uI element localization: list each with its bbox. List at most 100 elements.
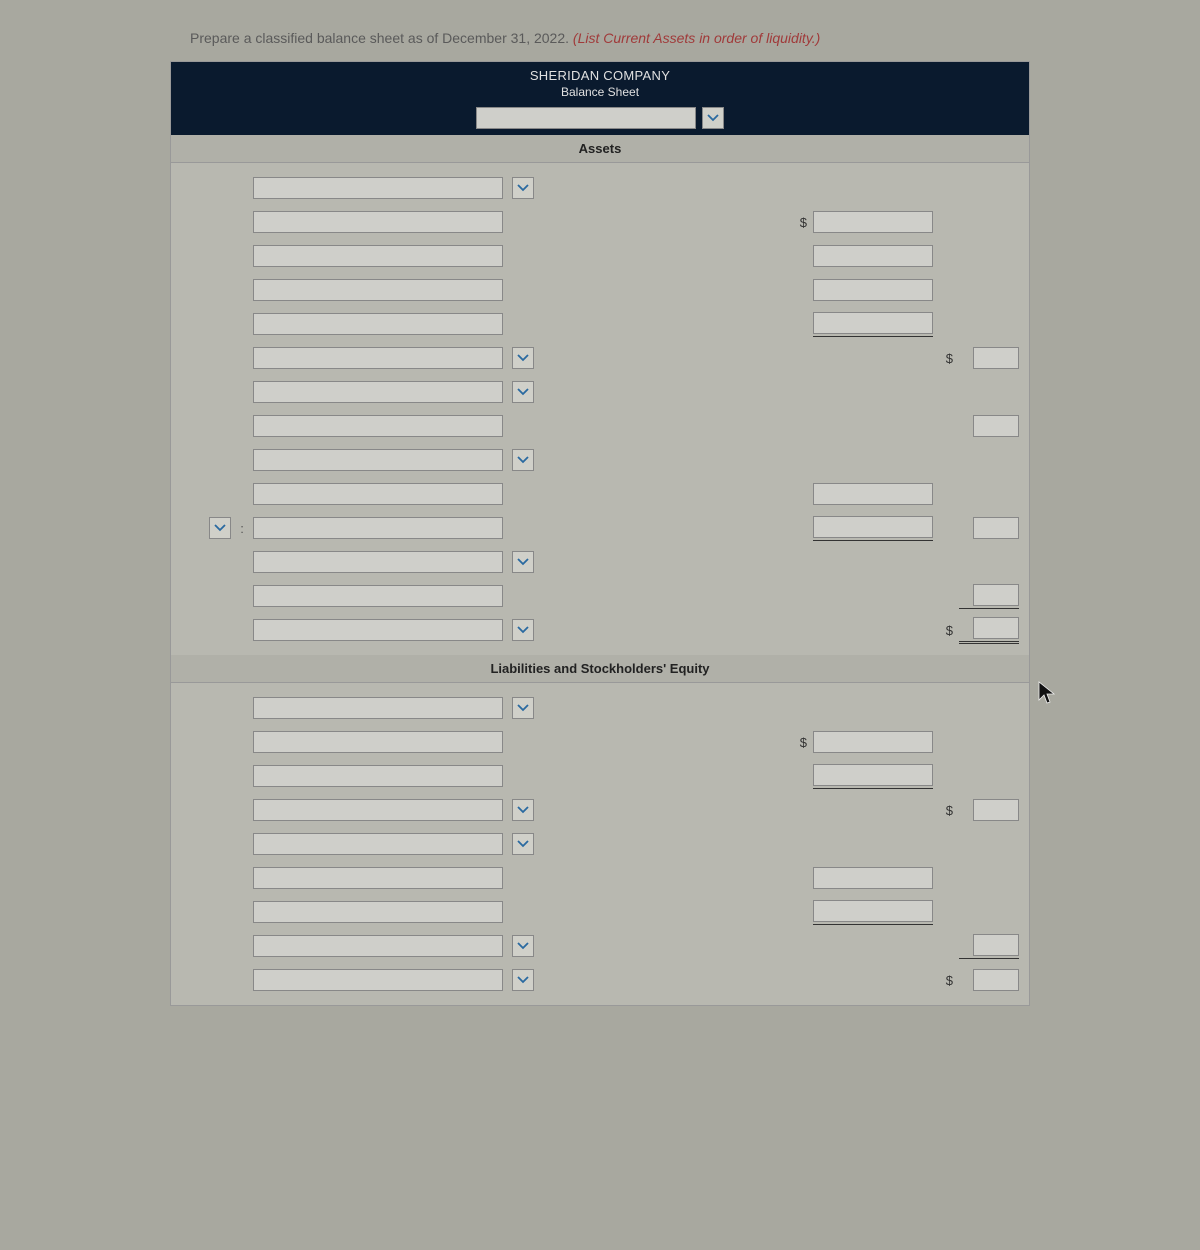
- chevron-down-icon: [517, 184, 529, 192]
- line-dropdown[interactable]: [512, 799, 534, 821]
- assets-section-header: Assets: [171, 135, 1029, 163]
- total-input[interactable]: [973, 415, 1019, 437]
- line-label-input[interactable]: [253, 279, 503, 301]
- line-label-input[interactable]: [253, 833, 503, 855]
- table-row: :: [181, 511, 1019, 545]
- line-dropdown[interactable]: [512, 347, 534, 369]
- balance-sheet: SHERIDAN COMPANY Balance Sheet Assets $: [170, 61, 1030, 1006]
- line-dropdown[interactable]: [512, 969, 534, 991]
- amount-input[interactable]: [813, 312, 933, 334]
- chevron-down-icon: [517, 976, 529, 984]
- line-label-input[interactable]: [253, 415, 503, 437]
- line-dropdown[interactable]: [512, 381, 534, 403]
- currency-symbol: $: [793, 215, 807, 230]
- assets-rows: $: [171, 163, 1029, 655]
- total-input[interactable]: [973, 517, 1019, 539]
- total-input[interactable]: [973, 969, 1019, 991]
- line-label-input[interactable]: [253, 585, 503, 607]
- line-label-input[interactable]: [253, 901, 503, 923]
- line-label-input[interactable]: [253, 935, 503, 957]
- colon-separator: :: [237, 521, 247, 536]
- instruction-text: Prepare a classified balance sheet as of…: [190, 30, 1030, 46]
- chevron-down-icon: [517, 626, 529, 634]
- table-row: $: [181, 725, 1019, 759]
- table-row: [181, 443, 1019, 477]
- line-label-input[interactable]: [253, 867, 503, 889]
- currency-symbol: $: [939, 973, 953, 988]
- chevron-down-icon: [517, 456, 529, 464]
- currency-symbol: $: [793, 735, 807, 750]
- line-dropdown[interactable]: [512, 449, 534, 471]
- line-label-input[interactable]: [253, 381, 503, 403]
- table-row: [181, 861, 1019, 895]
- line-dropdown[interactable]: [512, 619, 534, 641]
- table-row: [181, 307, 1019, 341]
- line-label-input[interactable]: [253, 551, 503, 573]
- header-date-row: [171, 105, 1029, 135]
- date-input[interactable]: [476, 107, 696, 129]
- total-input[interactable]: [973, 617, 1019, 639]
- table-row: $: [181, 341, 1019, 375]
- sheet-header: SHERIDAN COMPANY Balance Sheet: [171, 62, 1029, 105]
- liabilities-equity-section-header: Liabilities and Stockholders' Equity: [171, 655, 1029, 683]
- line-dropdown[interactable]: [512, 551, 534, 573]
- line-label-input[interactable]: [253, 765, 503, 787]
- line-label-input[interactable]: [253, 177, 503, 199]
- chevron-down-icon: [517, 354, 529, 362]
- line-label-input[interactable]: [253, 449, 503, 471]
- table-row: [181, 375, 1019, 409]
- instruction-italic: (List Current Assets in order of liquidi…: [573, 30, 820, 46]
- table-row: [181, 545, 1019, 579]
- line-label-input[interactable]: [253, 347, 503, 369]
- table-row: [181, 579, 1019, 613]
- table-row: [181, 477, 1019, 511]
- line-lead-dropdown[interactable]: [209, 517, 231, 539]
- total-input[interactable]: [973, 934, 1019, 956]
- table-row: $: [181, 205, 1019, 239]
- amount-input[interactable]: [813, 900, 933, 922]
- table-row: [181, 239, 1019, 273]
- amount-input[interactable]: [813, 245, 933, 267]
- line-label-input[interactable]: [253, 619, 503, 641]
- chevron-down-icon: [707, 114, 719, 122]
- table-row: $: [181, 613, 1019, 647]
- line-label-input[interactable]: [253, 731, 503, 753]
- line-label-input[interactable]: [253, 313, 503, 335]
- line-label-input[interactable]: [253, 211, 503, 233]
- chevron-down-icon: [517, 806, 529, 814]
- line-dropdown[interactable]: [512, 697, 534, 719]
- line-label-input[interactable]: [253, 969, 503, 991]
- instruction-prefix: Prepare a classified balance sheet as of…: [190, 30, 573, 46]
- currency-symbol: $: [939, 803, 953, 818]
- amount-input[interactable]: [813, 279, 933, 301]
- total-input[interactable]: [973, 584, 1019, 606]
- amount-input[interactable]: [813, 483, 933, 505]
- amount-input[interactable]: [813, 516, 933, 538]
- table-row: [181, 273, 1019, 307]
- line-dropdown[interactable]: [512, 833, 534, 855]
- table-row: [181, 171, 1019, 205]
- line-label-input[interactable]: [253, 245, 503, 267]
- table-row: [181, 759, 1019, 793]
- total-input[interactable]: [973, 347, 1019, 369]
- amount-input[interactable]: [813, 764, 933, 786]
- amount-input[interactable]: [813, 867, 933, 889]
- currency-symbol: $: [939, 351, 953, 366]
- chevron-down-icon: [214, 524, 226, 532]
- chevron-down-icon: [517, 704, 529, 712]
- date-dropdown[interactable]: [702, 107, 724, 129]
- liabilities-rows: $ $: [171, 683, 1029, 1005]
- line-label-input[interactable]: [253, 483, 503, 505]
- line-label-input[interactable]: [253, 517, 503, 539]
- line-label-input[interactable]: [253, 697, 503, 719]
- amount-input[interactable]: [813, 731, 933, 753]
- chevron-down-icon: [517, 840, 529, 848]
- total-input[interactable]: [973, 799, 1019, 821]
- line-label-input[interactable]: [253, 799, 503, 821]
- chevron-down-icon: [517, 388, 529, 396]
- currency-symbol: $: [939, 623, 953, 638]
- line-dropdown[interactable]: [512, 935, 534, 957]
- amount-input[interactable]: [813, 211, 933, 233]
- table-row: [181, 895, 1019, 929]
- line-dropdown[interactable]: [512, 177, 534, 199]
